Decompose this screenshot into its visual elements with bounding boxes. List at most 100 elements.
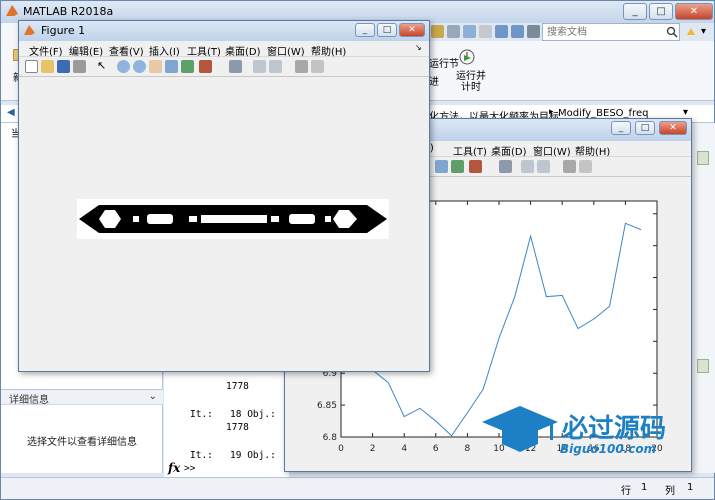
path-separator-icon: ▸: [549, 107, 554, 117]
rotate-3d-icon[interactable]: [165, 60, 178, 73]
figure1-window[interactable]: Figure 1 _ □ ✕ 文件(F) 编辑(E) 查看(V) 插入(I) 工…: [18, 20, 430, 372]
x-tick-label: 6: [433, 444, 439, 454]
figure-matlab-icon: [24, 25, 35, 35]
undo-icon[interactable]: [495, 25, 508, 38]
link-plot-icon[interactable]: [229, 60, 242, 73]
brush-icon[interactable]: [469, 160, 482, 173]
open-file-icon[interactable]: [41, 60, 54, 73]
row-value: 1: [641, 482, 648, 493]
figure1-toolbar: ↖: [19, 57, 429, 77]
col-value: 1: [687, 482, 694, 493]
menu-file[interactable]: 文件(F): [29, 43, 63, 58]
figure1-menubar: 文件(F) 编辑(E) 查看(V) 插入(I) 工具(T) 桌面(D) 窗口(W…: [19, 41, 429, 58]
fx-function-browser-icon[interactable]: fx: [168, 461, 180, 475]
colorbar-icon[interactable]: [521, 160, 534, 173]
brush-icon[interactable]: [199, 60, 212, 73]
switch-windows-icon[interactable]: [527, 25, 540, 38]
menu-edit[interactable]: 编辑(E): [69, 43, 103, 58]
col-label: 列: [665, 486, 675, 497]
run-time-icon[interactable]: [458, 45, 476, 67]
row-label: 行: [621, 486, 631, 497]
watermark-url: Biguo100.com: [560, 442, 657, 456]
workspace-tab-icon[interactable]: [697, 151, 709, 165]
menu-view[interactable]: 查看(V): [109, 43, 144, 58]
figure1-close-button[interactable]: ✕: [399, 23, 425, 37]
y-tick-label: 6.8: [323, 433, 338, 443]
colorbar-icon[interactable]: [253, 60, 266, 73]
data-cursor-icon[interactable]: [451, 160, 464, 173]
run-and-time-label[interactable]: 运行并 计时: [456, 71, 486, 93]
watermark-text: 必过源码: [562, 414, 667, 444]
run-section-label[interactable]: 运行节: [429, 55, 459, 70]
menu-window[interactable]: 窗口(W): [267, 43, 305, 58]
command-output-line: It.: 19 Obj.:: [190, 450, 276, 461]
legend-icon[interactable]: [269, 60, 282, 73]
options-chevron-icon[interactable]: ▾: [701, 26, 706, 37]
menu-window[interactable]: 窗口(W): [533, 143, 571, 158]
menu-help[interactable]: 帮助(H): [575, 143, 610, 158]
maximize-button[interactable]: □: [649, 3, 673, 20]
save-figure-icon[interactable]: [57, 60, 70, 73]
print-icon[interactable]: [73, 60, 86, 73]
figure1-maximize-button[interactable]: □: [377, 23, 397, 37]
edit-plot-arrow-icon[interactable]: ↖: [97, 60, 110, 73]
figure2-minimize-button[interactable]: _: [611, 121, 631, 135]
x-tick-label: 4: [401, 444, 407, 454]
status-bar: 行 1 列 1: [1, 477, 714, 499]
details-hint-text: 选择文件以查看详细信息: [27, 437, 137, 448]
menu-tools[interactable]: 工具(T): [453, 143, 487, 158]
advance-label[interactable]: 进: [429, 73, 439, 88]
details-collapse-icon[interactable]: ⌄: [149, 391, 157, 402]
show-plot-tools-icon[interactable]: [579, 160, 592, 173]
legend-icon[interactable]: [537, 160, 550, 173]
cut-icon[interactable]: [447, 25, 460, 38]
command-output-line: 1778: [226, 422, 249, 433]
copy-icon[interactable]: [463, 25, 476, 38]
data-cursor-icon[interactable]: [181, 60, 194, 73]
zoom-in-icon[interactable]: [117, 60, 130, 73]
paste-icon[interactable]: [479, 25, 492, 38]
graduation-cap-icon: [482, 406, 558, 452]
figure2-maximize-button[interactable]: □: [635, 121, 655, 135]
menu-desktop[interactable]: 桌面(D): [225, 43, 261, 58]
figure1-canvas[interactable]: [23, 79, 425, 369]
y-tick-label: 6.85: [317, 401, 337, 411]
menu-insert[interactable]: 插入(I): [149, 43, 180, 58]
history-tab-icon[interactable]: [697, 359, 709, 373]
zoom-out-icon[interactable]: [133, 60, 146, 73]
figure2-close-button[interactable]: ✕: [659, 121, 687, 135]
rotate-icon[interactable]: [435, 160, 448, 173]
redo-icon[interactable]: [511, 25, 524, 38]
path-dropdown-icon[interactable]: ▾: [683, 107, 688, 118]
x-tick-label: 0: [338, 444, 344, 454]
figure1-titlebar[interactable]: Figure 1 _ □ ✕: [19, 21, 429, 41]
figure1-minimize-button[interactable]: _: [355, 23, 375, 37]
link-plot-icon[interactable]: [499, 160, 512, 173]
hide-plot-tools-icon[interactable]: [563, 160, 576, 173]
app-title: MATLAB R2018a: [23, 5, 114, 18]
pan-hand-icon[interactable]: [149, 60, 162, 73]
menu-help[interactable]: 帮助(H): [311, 43, 346, 58]
save-icon[interactable]: [431, 25, 444, 38]
close-button[interactable]: ✕: [675, 3, 713, 20]
command-output-line: 1778: [226, 381, 249, 392]
show-plot-tools-icon[interactable]: [311, 60, 324, 73]
notification-icon[interactable]: [685, 26, 697, 38]
figure1-title: Figure 1: [41, 24, 86, 37]
new-figure-icon[interactable]: [25, 60, 38, 73]
command-output-line: It.: 18 Obj.:: [190, 409, 276, 420]
hide-plot-tools-icon[interactable]: [295, 60, 308, 73]
beso-topology-image: [77, 199, 389, 239]
details-title: 详细信息: [9, 395, 49, 406]
minimize-button[interactable]: _: [623, 3, 647, 20]
menu-tools[interactable]: 工具(T): [187, 43, 221, 58]
menu-desktop[interactable]: 桌面(D): [491, 143, 527, 158]
back-arrow-icon[interactable]: ◀: [7, 107, 15, 118]
search-icon[interactable]: [666, 26, 678, 38]
x-tick-label: 2: [370, 444, 376, 454]
command-prompt[interactable]: >>: [184, 463, 195, 474]
matlab-logo-icon: [6, 5, 18, 16]
menu-dock-icon[interactable]: ↘: [415, 43, 422, 52]
details-panel-header[interactable]: 详细信息 ⌄: [1, 389, 163, 406]
search-documentation-input[interactable]: [542, 23, 680, 41]
